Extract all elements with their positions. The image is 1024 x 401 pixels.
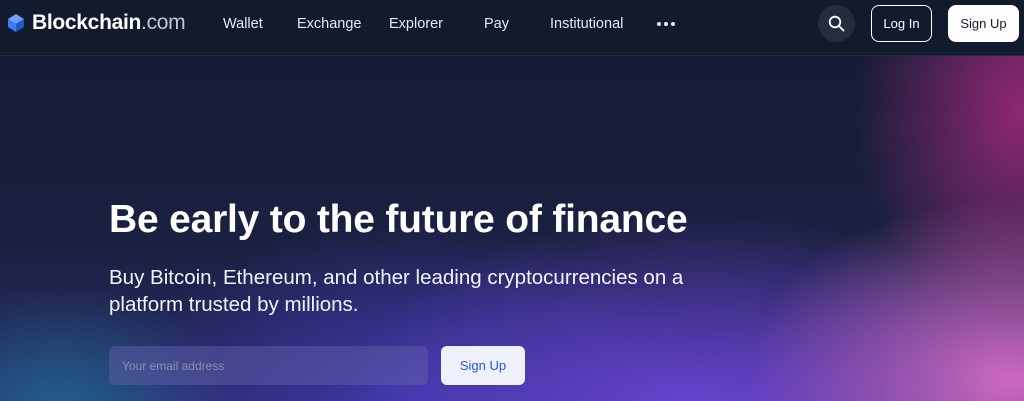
logo-text: Blockchain bbox=[32, 11, 142, 34]
nav-explorer[interactable]: Explorer bbox=[389, 14, 443, 34]
top-nav-bar: Blockchain.com Wallet Exchange Explorer … bbox=[0, 0, 1024, 56]
nav-institutional[interactable]: Institutional bbox=[550, 14, 623, 34]
email-input[interactable] bbox=[109, 346, 428, 385]
search-button[interactable] bbox=[818, 5, 855, 42]
logo-wordmark: Blockchain.com bbox=[32, 11, 186, 35]
hero-sign-up-button[interactable]: Sign Up bbox=[441, 346, 525, 385]
header-sign-up-button[interactable]: Sign Up bbox=[948, 5, 1019, 42]
page: Blockchain.com Wallet Exchange Explorer … bbox=[0, 0, 1024, 401]
log-in-button[interactable]: Log In bbox=[871, 5, 932, 42]
nav-exchange[interactable]: Exchange bbox=[297, 14, 362, 34]
search-icon bbox=[828, 15, 845, 32]
hero-title: Be early to the future of finance bbox=[109, 198, 688, 241]
nav-pay[interactable]: Pay bbox=[484, 14, 509, 34]
nav-wallet[interactable]: Wallet bbox=[223, 14, 263, 34]
more-horizontal-icon[interactable] bbox=[657, 21, 675, 27]
blockchain-logo-icon bbox=[8, 14, 24, 32]
hero-subtitle: Buy Bitcoin, Ethereum, and other leading… bbox=[109, 266, 684, 316]
logo-suffix: .com bbox=[141, 11, 186, 34]
blockchain-logo[interactable]: Blockchain.com bbox=[6, 11, 186, 35]
